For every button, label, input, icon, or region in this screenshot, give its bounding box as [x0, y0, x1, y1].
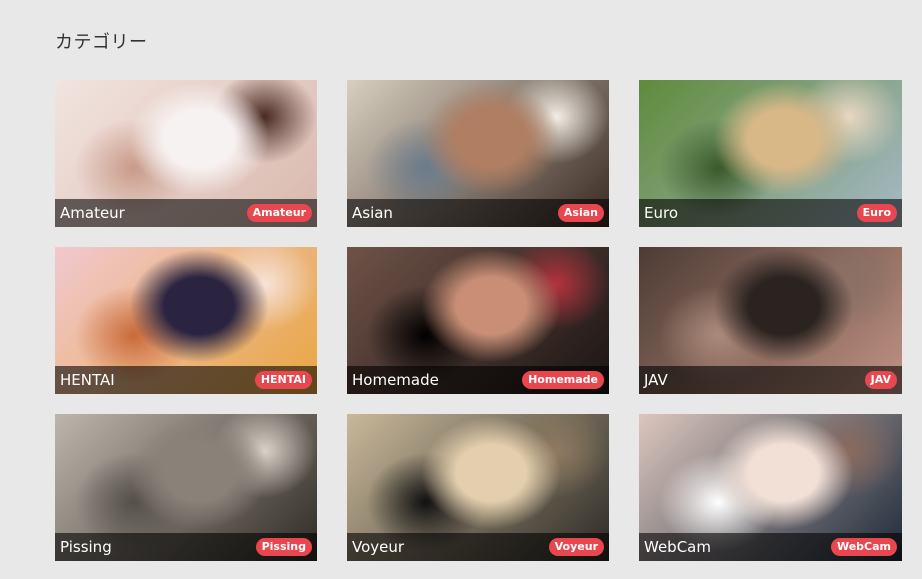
category-label: Pissing	[60, 538, 112, 556]
caption-bar: Homemade Homemade	[347, 366, 609, 394]
category-card-amateur[interactable]: Amateur Amateur	[55, 80, 317, 227]
category-label: Homemade	[352, 371, 439, 389]
category-label: Euro	[644, 204, 678, 222]
caption-bar: JAV JAV	[639, 366, 902, 394]
category-label: WebCam	[644, 538, 711, 556]
category-label: Asian	[352, 204, 393, 222]
category-tag-badge[interactable]: WebCam	[830, 538, 897, 556]
category-label: Voyeur	[352, 538, 405, 556]
category-tag-badge[interactable]: JAV	[864, 371, 897, 389]
category-tag-badge[interactable]: Amateur	[246, 204, 312, 222]
caption-bar: Voyeur Voyeur	[347, 533, 609, 561]
caption-bar: Pissing Pissing	[55, 533, 317, 561]
category-page: カテゴリー Amateur Amateur Asian Asian Euro E…	[0, 0, 922, 579]
caption-bar: Amateur Amateur	[55, 199, 317, 227]
category-card-hentai[interactable]: HENTAI HENTAI	[55, 247, 317, 394]
category-grid: Amateur Amateur Asian Asian Euro Euro HE…	[55, 80, 902, 561]
section-title: カテゴリー	[55, 32, 148, 53]
caption-bar: Asian Asian	[347, 199, 609, 227]
caption-bar: WebCam WebCam	[639, 533, 902, 561]
category-card-homemade[interactable]: Homemade Homemade	[347, 247, 609, 394]
category-tag-badge[interactable]: Euro	[856, 204, 897, 222]
category-label: Amateur	[60, 204, 125, 222]
category-tag-badge[interactable]: HENTAI	[254, 371, 312, 389]
category-card-pissing[interactable]: Pissing Pissing	[55, 414, 317, 561]
category-label: JAV	[644, 371, 668, 389]
caption-bar: Euro Euro	[639, 199, 902, 227]
category-tag-badge[interactable]: Homemade	[522, 371, 604, 389]
category-card-jav[interactable]: JAV JAV	[639, 247, 902, 394]
category-card-euro[interactable]: Euro Euro	[639, 80, 902, 227]
category-label: HENTAI	[60, 371, 115, 389]
category-card-webcam[interactable]: WebCam WebCam	[639, 414, 902, 561]
caption-bar: HENTAI HENTAI	[55, 366, 317, 394]
category-tag-badge[interactable]: Voyeur	[548, 538, 604, 556]
category-card-asian[interactable]: Asian Asian	[347, 80, 609, 227]
category-tag-badge[interactable]: Asian	[557, 204, 604, 222]
category-tag-badge[interactable]: Pissing	[255, 538, 312, 556]
category-card-voyeur[interactable]: Voyeur Voyeur	[347, 414, 609, 561]
